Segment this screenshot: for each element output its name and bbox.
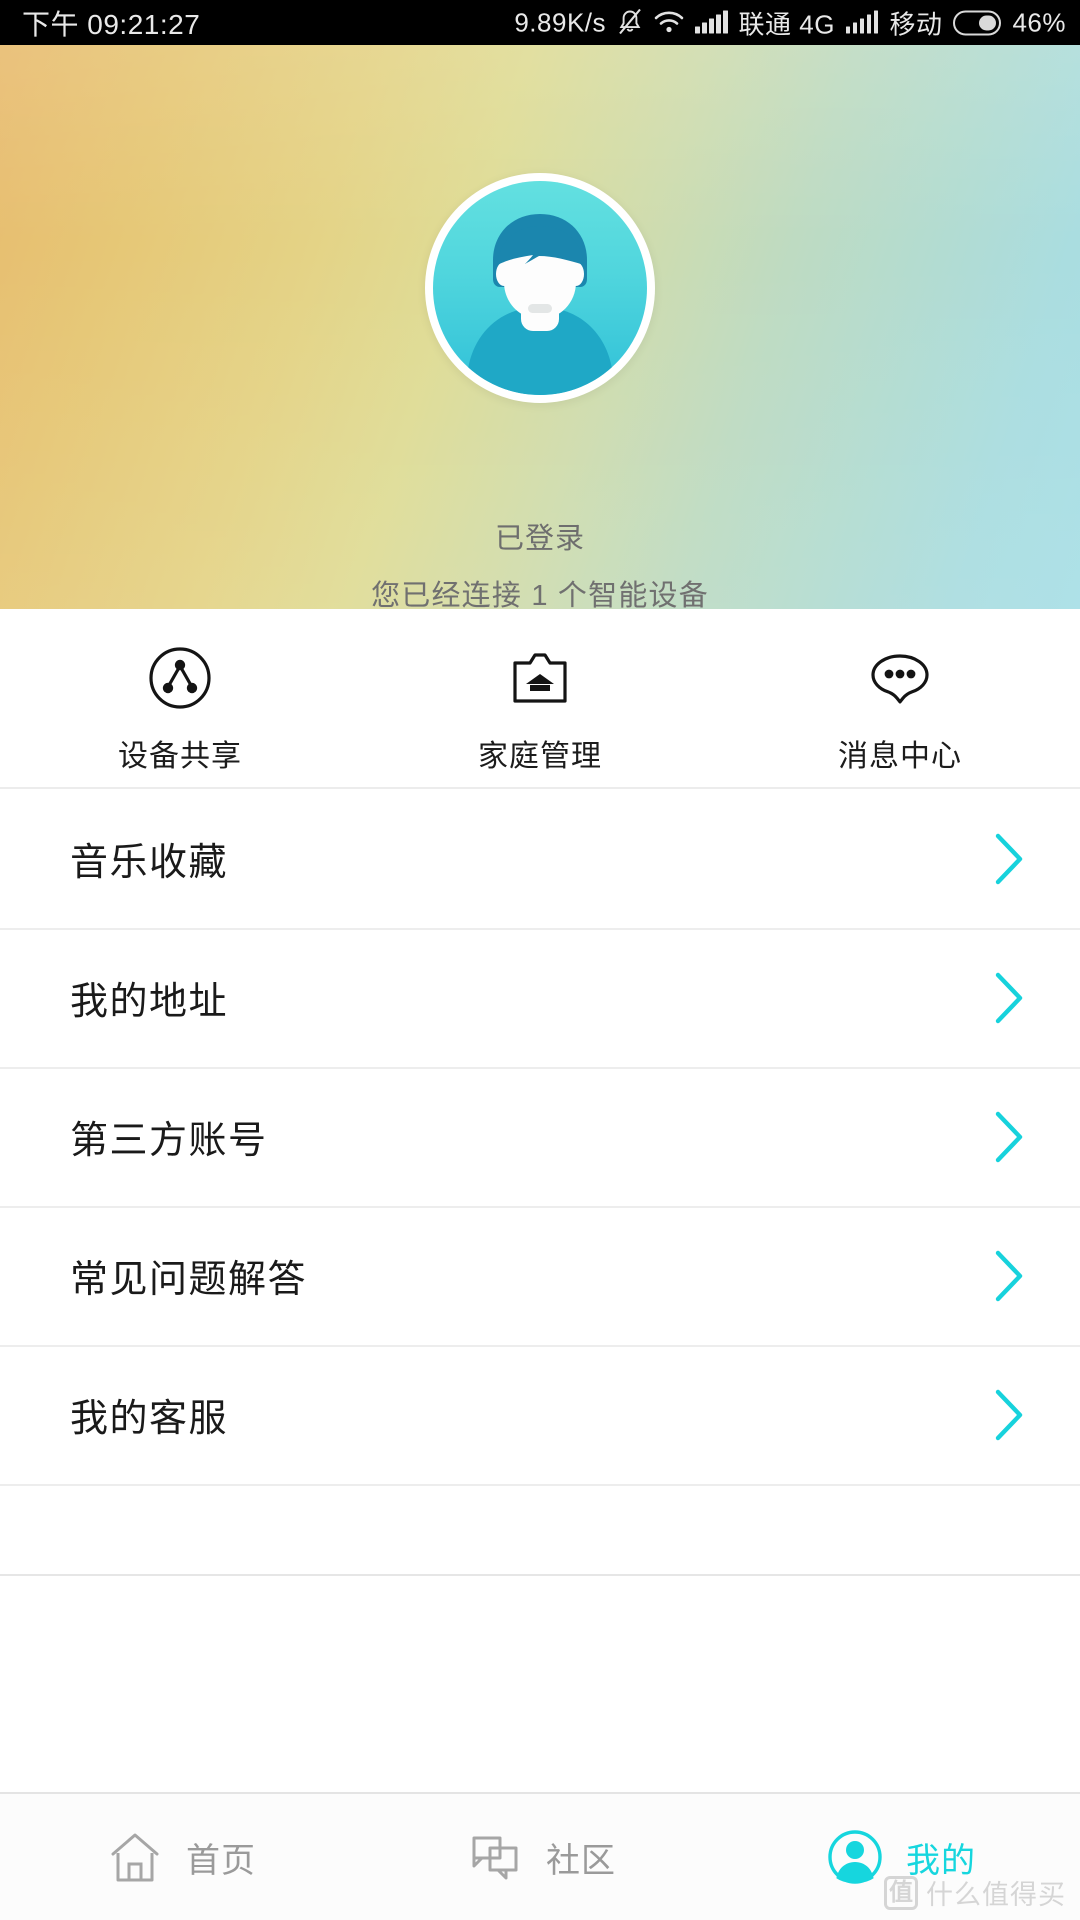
- chevron-right-icon: [992, 831, 1026, 887]
- list-item-label: 常见问题解答: [70, 1259, 308, 1301]
- chevron-right-icon: [992, 1109, 1026, 1165]
- quick-action-device-share[interactable]: 设备共享: [0, 645, 360, 775]
- profile-header: 已登录 您已经连接 1 个智能设备: [0, 45, 1080, 609]
- signal-bars-icon-2: [845, 10, 879, 34]
- quick-action-label: 家庭管理: [477, 740, 602, 773]
- bell-muted-icon: [617, 8, 643, 37]
- list-item-label: 我的地址: [70, 981, 229, 1023]
- avatar[interactable]: [425, 173, 655, 403]
- list-item-customer-service[interactable]: 我的客服: [0, 1345, 1080, 1484]
- quick-action-label: 设备共享: [117, 740, 242, 773]
- quick-actions: 设备共享 家庭管理 消息中心: [0, 609, 1080, 789]
- watermark: 值 什么值得买: [884, 1873, 1066, 1912]
- message-bubble-icon: [867, 645, 933, 711]
- list-item-label: 音乐收藏: [70, 842, 229, 884]
- tab-community[interactable]: 社区: [360, 1794, 720, 1920]
- chevron-right-icon: [992, 1248, 1026, 1304]
- chat-icon: [464, 1826, 526, 1888]
- profile-icon: [824, 1826, 886, 1888]
- tab-home[interactable]: 首页: [0, 1794, 360, 1920]
- status-indicators: 9.89K/s 联通 4G 移动 46%: [514, 4, 1066, 41]
- status-bar: 下午 09:21:27 9.89K/s 联通 4G 移动 46%: [0, 0, 1080, 45]
- watermark-text: 什么值得买: [926, 1880, 1066, 1910]
- network-speed: 9.89K/s: [514, 7, 607, 37]
- wifi-icon: [654, 11, 684, 35]
- list-item-label: 我的客服: [70, 1398, 229, 1440]
- list-item-faq[interactable]: 常见问题解答: [0, 1206, 1080, 1345]
- tab-label: 首页: [186, 1841, 256, 1880]
- chevron-right-icon: [992, 1387, 1026, 1443]
- list-bottom-spacer: [0, 1484, 1080, 1576]
- bottom-nav: 首页 社区 我的 值 什么值得买: [0, 1792, 1080, 1920]
- quick-action-label: 消息中心: [837, 740, 962, 773]
- device-summary-text: 您已经连接 1 个智能设备: [371, 580, 709, 609]
- login-state-text: 已登录: [494, 523, 585, 555]
- list-item-my-address[interactable]: 我的地址: [0, 928, 1080, 1067]
- status-time: 下午 09:21:27: [22, 8, 201, 40]
- user-avatar-icon: [433, 181, 647, 395]
- settings-list: 音乐收藏 我的地址 第三方账号 常见问题解答 我的客服: [0, 789, 1080, 1484]
- quick-action-family-manage[interactable]: 家庭管理: [360, 645, 720, 775]
- carrier-label-1: 联通 4G: [738, 9, 835, 39]
- list-item-third-party-account[interactable]: 第三方账号: [0, 1067, 1080, 1206]
- home-folder-icon: [507, 645, 573, 711]
- chevron-right-icon: [992, 970, 1026, 1026]
- home-icon: [104, 1826, 166, 1888]
- list-item-label: 第三方账号: [70, 1120, 268, 1162]
- signal-bars-icon: [695, 10, 728, 34]
- carrier-label-2: 移动: [889, 9, 943, 39]
- battery-icon: [953, 10, 1002, 35]
- tab-label: 社区: [546, 1841, 616, 1880]
- quick-action-message-center[interactable]: 消息中心: [720, 645, 1080, 775]
- share-network-icon: [147, 645, 213, 711]
- watermark-badge: 值: [884, 1875, 918, 1910]
- battery-percent: 46%: [1012, 7, 1066, 37]
- list-item-music-favorites[interactable]: 音乐收藏: [0, 789, 1080, 928]
